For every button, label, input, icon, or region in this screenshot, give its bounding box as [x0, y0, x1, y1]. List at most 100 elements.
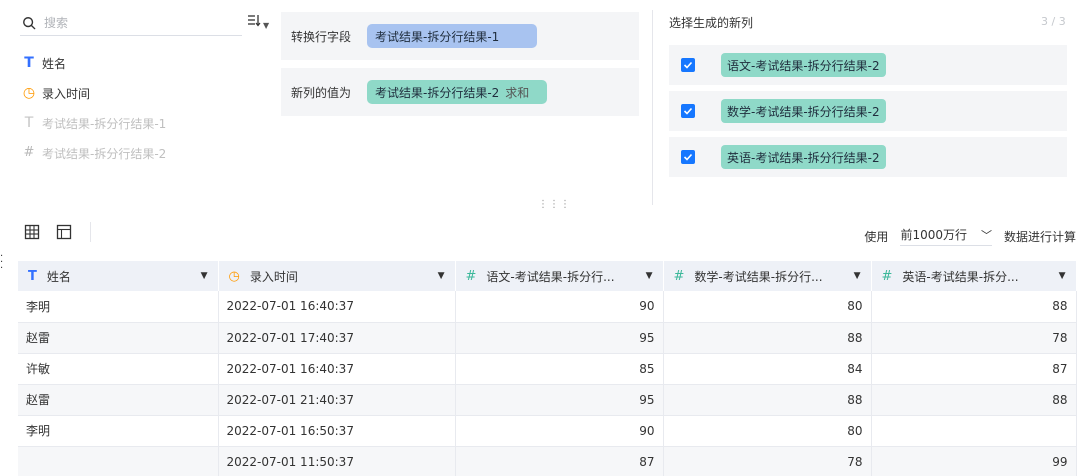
row-limit-control: 使用 前1000万行 ﹀ 数据进行计算 [864, 226, 1076, 246]
cell-time[interactable]: 2022-07-01 16:40:37 [218, 353, 456, 385]
cell-english[interactable] [871, 415, 1077, 447]
new-column-tag: 数学-考试结果-拆分行结果-2 [721, 99, 886, 123]
cell-time[interactable]: 2022-07-01 16:50:37 [218, 415, 456, 447]
cell-english[interactable]: 88 [871, 291, 1077, 323]
table-row: 李明 2022-07-01 16:40:37 90 80 88 [18, 291, 1077, 323]
number-type-icon: # [881, 268, 893, 284]
field-item-split-2: # 考试结果-拆分行结果-2 [22, 143, 167, 163]
dropdown-caret-icon[interactable]: ▼ [854, 271, 861, 281]
value-field-row: 新列的值为 考试结果-拆分行结果-2 求和 [281, 68, 639, 116]
text-type-icon: T [24, 55, 34, 71]
column-header-label: 语文-考试结果-拆分行... [486, 269, 615, 284]
field-item-name[interactable]: T 姓名 [22, 53, 66, 73]
column-header-english[interactable]: # 英语-考试结果-拆分... ▼ [871, 261, 1077, 291]
field-label: 考试结果-拆分行结果-1 [42, 116, 167, 131]
check-icon [683, 61, 693, 69]
check-icon [683, 107, 693, 115]
cell-english[interactable]: 87 [871, 353, 1077, 385]
cell-english[interactable]: 88 [871, 384, 1077, 416]
new-column-tag: 语文-考试结果-拆分行结果-2 [721, 53, 886, 77]
table-row: 李明 2022-07-01 16:50:37 90 80 [18, 415, 1077, 447]
number-type-icon: # [23, 145, 35, 160]
cell-name[interactable]: 李明 [18, 415, 219, 447]
cell-math[interactable]: 78 [663, 446, 872, 476]
new-column-tag: 英语-考试结果-拆分行结果-2 [721, 145, 886, 169]
sort-button[interactable]: ▼ [247, 13, 275, 37]
field-item-time[interactable]: ◷ 录入时间 [22, 83, 90, 103]
column-header-name[interactable]: T 姓名 ▼ [18, 261, 219, 291]
field-label: 姓名 [42, 56, 67, 71]
field-item-split-1: T 考试结果-拆分行结果-1 [22, 113, 167, 133]
cell-name[interactable]: 许敏 [18, 353, 219, 385]
aggregation-label[interactable]: 求和 [505, 84, 529, 101]
result-table: T 姓名 ▼ ◷ 录入时间 ▼ # 语文-考试结果-拆分行... ▼ # 数学-考试结果-拆分… [18, 261, 1077, 476]
column-header-label: 英语-考试结果-拆分... [902, 269, 1019, 284]
cell-english[interactable]: 78 [871, 322, 1077, 354]
table-row: 赵雷 2022-07-01 21:40:37 95 88 88 [18, 384, 1077, 416]
column-header-time[interactable]: ◷ 录入时间 ▼ [218, 261, 456, 291]
column-header-label: 姓名 [46, 269, 71, 284]
cell-math[interactable]: 80 [663, 291, 872, 323]
table-row: 许敏 2022-07-01 16:40:37 85 84 87 [18, 353, 1077, 385]
field-label: 录入时间 [42, 86, 91, 101]
cell-chinese[interactable]: 90 [455, 291, 664, 323]
pivot-field-select[interactable]: 考试结果-拆分行结果-1 [367, 24, 538, 48]
side-handle-icon[interactable]: · · · [0, 252, 3, 274]
dropdown-caret-icon[interactable]: ▼ [1059, 271, 1066, 281]
cell-name[interactable]: 赵雷 [18, 384, 219, 416]
use-label: 使用 [864, 229, 889, 244]
cell-name[interactable]: 李明 [18, 291, 219, 323]
number-type-icon: # [465, 268, 477, 284]
pivot-field-value: 考试结果-拆分行结果-1 [375, 29, 500, 44]
cell-chinese[interactable]: 95 [455, 322, 664, 354]
cell-chinese[interactable]: 90 [455, 415, 664, 447]
cell-name[interactable] [18, 446, 219, 476]
search-box[interactable] [20, 10, 242, 36]
cell-chinese[interactable]: 85 [455, 353, 664, 385]
dropdown-caret-icon[interactable]: ▼ [438, 271, 445, 281]
new-column-row[interactable]: 语文-考试结果-拆分行结果-2 [669, 45, 1067, 85]
checkbox-checked[interactable] [681, 58, 695, 72]
cell-chinese[interactable]: 95 [455, 384, 664, 416]
pivot-view-button[interactable] [54, 222, 74, 242]
cell-time[interactable]: 2022-07-01 17:40:37 [218, 322, 456, 354]
cell-time[interactable]: 2022-07-01 11:50:37 [218, 446, 456, 476]
cell-math[interactable]: 88 [663, 384, 872, 416]
cell-time[interactable]: 2022-07-01 16:40:37 [218, 291, 456, 323]
checkbox-checked[interactable] [681, 150, 695, 164]
pivot-field-label: 转换行字段 [291, 29, 352, 44]
new-column-row[interactable]: 英语-考试结果-拆分行结果-2 [669, 137, 1067, 177]
panel-divider [652, 10, 653, 205]
clock-icon: ◷ [22, 85, 36, 101]
new-columns-title: 选择生成的新列 [669, 16, 754, 30]
dropdown-caret-icon[interactable]: ▼ [646, 271, 653, 281]
number-type-icon: # [673, 268, 685, 284]
toolbar-divider [90, 222, 91, 242]
grid-view-button[interactable] [22, 222, 42, 242]
value-field-select[interactable]: 考试结果-拆分行结果-2 求和 [367, 80, 548, 104]
field-list-panel: ▼ T 姓名 ◷ 录入时间 T 考试结果-拆分行结果-1 # 考试结果-拆分行结… [0, 0, 280, 200]
resize-handle[interactable]: ⋮⋮⋮ [538, 199, 571, 210]
value-field-value: 考试结果-拆分行结果-2 [375, 85, 500, 100]
cell-english[interactable]: 99 [871, 446, 1077, 476]
cell-name[interactable]: 赵雷 [18, 322, 219, 354]
row-limit-value: 前1000万行 [900, 228, 967, 242]
column-header-chinese[interactable]: # 语文-考试结果-拆分行... ▼ [455, 261, 664, 291]
dropdown-caret-icon[interactable]: ▼ [201, 271, 208, 281]
cell-math[interactable]: 80 [663, 415, 872, 447]
cell-time[interactable]: 2022-07-01 21:40:37 [218, 384, 456, 416]
cell-math[interactable]: 88 [663, 322, 872, 354]
cell-chinese[interactable]: 87 [455, 446, 664, 476]
new-column-row[interactable]: 数学-考试结果-拆分行结果-2 [669, 91, 1067, 131]
column-header-math[interactable]: # 数学-考试结果-拆分行... ▼ [663, 261, 872, 291]
cell-math[interactable]: 84 [663, 353, 872, 385]
search-input[interactable] [44, 15, 224, 30]
row-limit-select[interactable]: 前1000万行 ﹀ [900, 226, 992, 246]
compute-suffix-label: 数据进行计算 [1003, 229, 1076, 244]
column-header-label: 录入时间 [249, 269, 298, 284]
table-row: 2022-07-01 11:50:37 87 78 99 [18, 446, 1077, 476]
pivot-field-row: 转换行字段 考试结果-拆分行结果-1 [281, 12, 639, 60]
field-label: 考试结果-拆分行结果-2 [42, 146, 167, 161]
table-header-row: T 姓名 ▼ ◷ 录入时间 ▼ # 语文-考试结果-拆分行... ▼ # 数学-考试结果-拆分… [18, 261, 1077, 291]
checkbox-checked[interactable] [681, 104, 695, 118]
